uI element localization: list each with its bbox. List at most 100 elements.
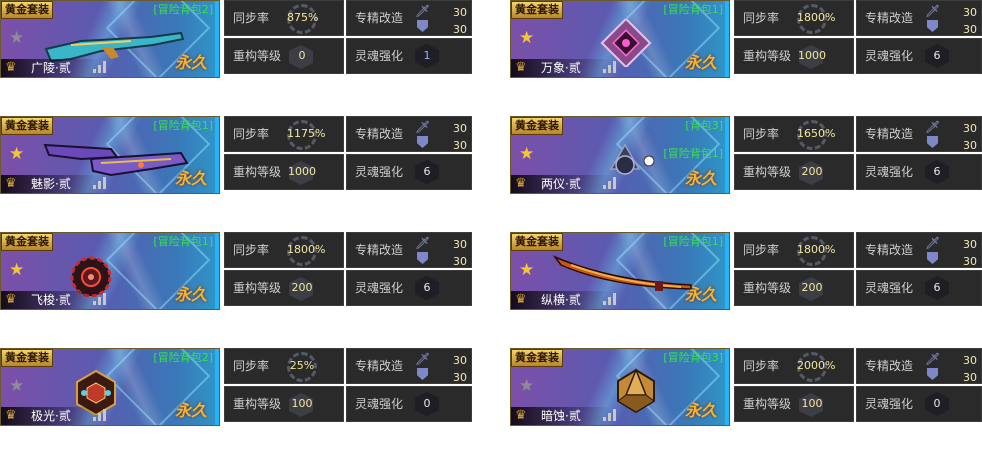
weapon-name-bar: ♛ 极光·贰 bbox=[1, 407, 101, 425]
level-bars-icon bbox=[603, 293, 619, 305]
weapon-card[interactable]: 黄金套装 [冒险背包1] ★ ♛ 纵横·贰 永久 同步率 1800% 重构等级 … bbox=[510, 232, 982, 310]
weapon-name-bar: ♛ 暗蚀·贰 bbox=[511, 407, 611, 425]
sync-rate-value: 875% bbox=[287, 11, 319, 24]
rebuild-level-value: 200 bbox=[801, 281, 823, 294]
weapon-card[interactable]: 黄金套装 [冒险背包1] ★ ♛ 万象·贰 永久 同步率 1800% 重构等级 … bbox=[510, 0, 982, 78]
attack-mod-value: 30 bbox=[453, 238, 467, 251]
weapon-name-bar: ♛ 魅影·贰 bbox=[1, 175, 101, 193]
exclusive-mod-cell: 专精改造 🗡 30 30 bbox=[346, 116, 472, 152]
exclusive-mod-cell: 专精改造 🗡 30 30 bbox=[346, 0, 472, 36]
defense-mod-value: 30 bbox=[963, 23, 977, 36]
soul-enhance-cell: 灵魂强化 6 bbox=[856, 270, 982, 306]
soul-enhance-cell: 灵魂强化 6 bbox=[346, 270, 472, 306]
sync-rate-value: 1800% bbox=[797, 11, 836, 24]
level-bars-icon bbox=[93, 409, 109, 421]
bag-location: [冒险背包1] bbox=[663, 3, 723, 16]
sync-rate-value: 1800% bbox=[287, 243, 326, 256]
bag-location: [冒险背包2] bbox=[153, 3, 213, 16]
sync-rate-cell: 同步率 1800% bbox=[224, 232, 344, 268]
sword-icon: 🗡 bbox=[415, 352, 431, 366]
weapon-card[interactable]: 黄金套装 [冒险背包1] ★ ♛ 魅影·贰 永久 同步率 1175% 重构等级 … bbox=[0, 116, 472, 194]
weapon-art-panel[interactable]: 黄金套装 [冒险背包2] ★ ♛ 广陵·贰 永久 bbox=[0, 0, 220, 78]
weapon-name: 广陵·贰 bbox=[31, 61, 71, 75]
crown-emblem-icon: ♛ bbox=[5, 408, 17, 423]
sync-rate-value: 25% bbox=[289, 359, 315, 372]
weapon-art-panel[interactable]: 黄金套装 [冒险背包1] ★ ♛ 飞梭·贰 永久 bbox=[0, 232, 220, 310]
crown-emblem-icon: ♛ bbox=[5, 176, 17, 191]
rebuild-level-value: 100 bbox=[291, 397, 313, 410]
rebuild-level-cell: 重构等级 1000 bbox=[224, 154, 344, 190]
sync-rate-value: 2000% bbox=[797, 359, 836, 372]
defense-mod-value: 30 bbox=[963, 371, 977, 384]
exclusive-mod-label: 专精改造 bbox=[355, 127, 404, 141]
sword-icon: 🗡 bbox=[415, 236, 431, 250]
weapon-card[interactable]: 黄金套装 [冒险背包2] ★ ♛ 极光·贰 永久 同步率 25% 重构等级 10… bbox=[0, 348, 472, 426]
weapon-name-bar: ♛ 万象·贰 bbox=[511, 59, 611, 77]
soul-level-icon: 6 bbox=[925, 160, 949, 184]
weapon-card[interactable]: 黄金套装 [背包3] [冒险背包1] ★ ♛ 两仪·贰 永久 同步率 1650%… bbox=[510, 116, 982, 194]
weapon-art-panel[interactable]: 黄金套装 [冒险背包2] ★ ♛ 极光·贰 永久 bbox=[0, 348, 220, 426]
star-icon: ★ bbox=[519, 144, 535, 164]
soul-enhance-cell: 灵魂强化 6 bbox=[856, 38, 982, 74]
sync-rate-value: 1175% bbox=[287, 127, 326, 140]
weapon-name-bar: ♛ 纵横·贰 bbox=[511, 291, 611, 309]
permanent-label: 永久 bbox=[174, 285, 207, 304]
weapon-name: 纵横·贰 bbox=[541, 293, 581, 307]
soul-level-icon: 0 bbox=[415, 392, 439, 416]
attack-mod-value: 30 bbox=[453, 122, 467, 135]
weapon-name: 飞梭·贰 bbox=[31, 293, 71, 307]
set-badge: 黄金套装 bbox=[1, 349, 53, 367]
sync-rate-value: 1650% bbox=[797, 127, 836, 140]
shield-icon bbox=[417, 368, 428, 380]
weapon-art-panel[interactable]: 黄金套装 [冒险背包1] ★ ♛ 纵横·贰 永久 bbox=[510, 232, 730, 310]
exclusive-mod-label: 专精改造 bbox=[865, 127, 914, 141]
soul-enhance-cell: 灵魂强化 0 bbox=[346, 386, 472, 422]
weapon-card[interactable]: 黄金套装 [冒险背包1] ★ ♛ 飞梭·贰 永久 同步率 1800% 重构等级 … bbox=[0, 232, 472, 310]
exclusive-mod-label: 专精改造 bbox=[865, 11, 914, 25]
set-badge: 黄金套装 bbox=[511, 233, 563, 251]
set-badge: 黄金套装 bbox=[1, 117, 53, 135]
rebuild-level-cell: 重构等级 1000 bbox=[734, 38, 854, 74]
weapon-art-panel[interactable]: 黄金套装 [冒险背包1] ★ ♛ 万象·贰 永久 bbox=[510, 0, 730, 78]
permanent-label: 永久 bbox=[174, 169, 207, 188]
sync-rate-label: 同步率 bbox=[743, 127, 780, 141]
sync-rate-cell: 同步率 1650% bbox=[734, 116, 854, 152]
sword-icon: 🗡 bbox=[415, 120, 431, 134]
weapon-card[interactable]: 黄金套装 [冒险背包3] ★ ♛ 暗蚀·贰 永久 同步率 2000% 重构等级 … bbox=[510, 348, 982, 426]
shield-icon bbox=[417, 252, 428, 264]
exclusive-mod-cell: 专精改造 🗡 30 30 bbox=[856, 0, 982, 36]
exclusive-mod-cell: 专精改造 🗡 30 30 bbox=[856, 232, 982, 268]
star-icon: ★ bbox=[9, 260, 25, 280]
attack-mod-value: 30 bbox=[963, 6, 977, 19]
sync-rate-cell: 同步率 1800% bbox=[734, 232, 854, 268]
rebuild-level-label: 重构等级 bbox=[233, 165, 282, 179]
defense-mod-value: 30 bbox=[453, 23, 467, 36]
exclusive-mod-cell: 专精改造 🗡 30 30 bbox=[346, 232, 472, 268]
rebuild-level-label: 重构等级 bbox=[233, 281, 282, 295]
weapon-card[interactable]: 黄金套装 [冒险背包2] ★ ♛ 广陵·贰 永久 同步率 875% 重构等级 0… bbox=[0, 0, 472, 78]
sword-icon: 🗡 bbox=[925, 352, 941, 366]
rebuild-level-label: 重构等级 bbox=[233, 49, 282, 63]
sync-rate-label: 同步率 bbox=[233, 243, 270, 257]
exclusive-mod-label: 专精改造 bbox=[865, 359, 914, 373]
weapon-art-panel[interactable]: 黄金套装 [冒险背包1] ★ ♛ 魅影·贰 永久 bbox=[0, 116, 220, 194]
exclusive-mod-label: 专精改造 bbox=[355, 11, 404, 25]
rebuild-level-cell: 重构等级 200 bbox=[734, 154, 854, 190]
permanent-label: 永久 bbox=[684, 169, 717, 188]
weapon-art-panel[interactable]: 黄金套装 [背包3] [冒险背包1] ★ ♛ 两仪·贰 永久 bbox=[510, 116, 730, 194]
defense-mod-value: 30 bbox=[453, 255, 467, 268]
set-badge: 黄金套装 bbox=[511, 1, 563, 19]
soul-enhance-label: 灵魂强化 bbox=[355, 281, 404, 295]
weapon-art-panel[interactable]: 黄金套装 [冒险背包3] ★ ♛ 暗蚀·贰 永久 bbox=[510, 348, 730, 426]
rebuild-level-value: 1000 bbox=[798, 49, 826, 62]
weapon-name: 暗蚀·贰 bbox=[541, 409, 581, 423]
permanent-label: 永久 bbox=[684, 285, 717, 304]
bag-location: [冒险背包1] bbox=[153, 119, 213, 132]
bag-location: [冒险背包1] bbox=[153, 235, 213, 248]
sword-icon: 🗡 bbox=[925, 120, 941, 134]
level-bars-icon bbox=[93, 61, 109, 73]
soul-enhance-label: 灵魂强化 bbox=[865, 281, 914, 295]
weapon-card-grid: 黄金套装 [冒险背包2] ★ ♛ 广陵·贰 永久 同步率 875% 重构等级 0… bbox=[0, 0, 982, 464]
sword-icon: 🗡 bbox=[925, 4, 941, 18]
exclusive-mod-label: 专精改造 bbox=[355, 359, 404, 373]
